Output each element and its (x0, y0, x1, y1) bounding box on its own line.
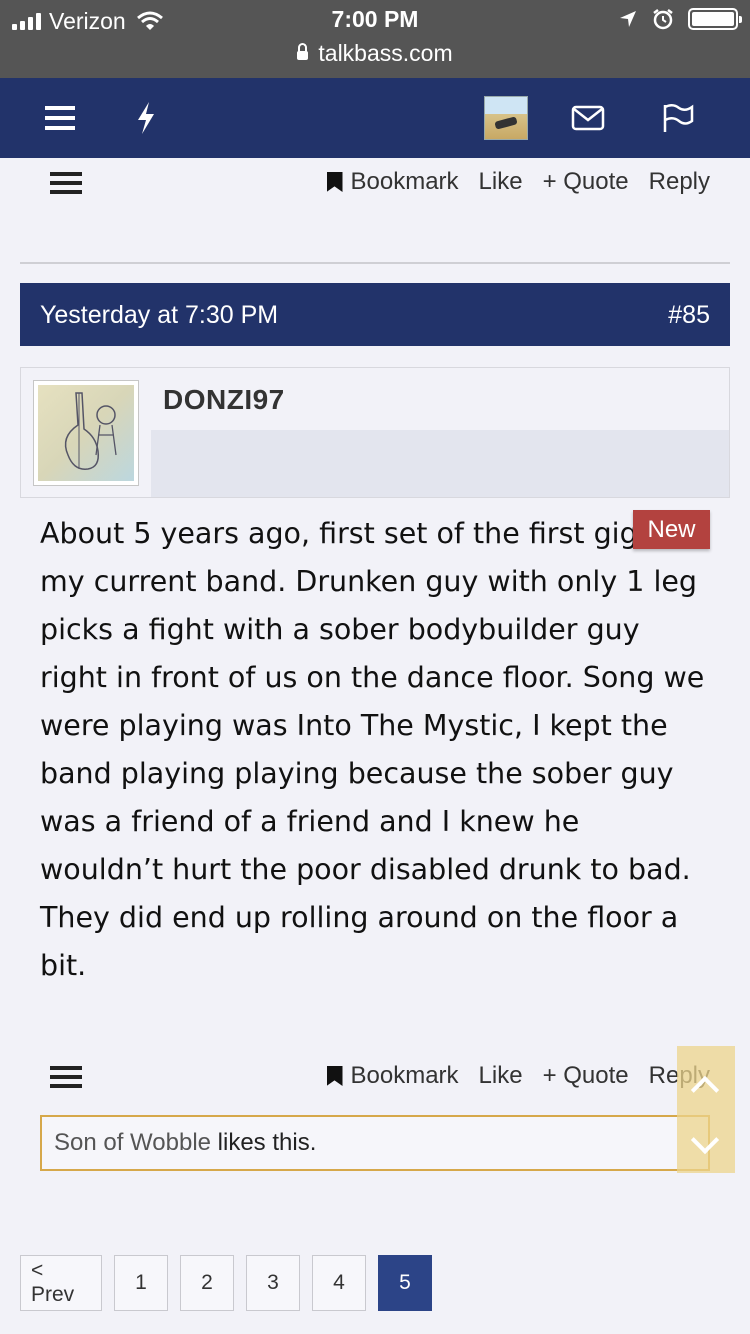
post-number[interactable]: #85 (668, 301, 710, 330)
page-button-4[interactable]: 4 (312, 1255, 366, 1311)
status-icons (618, 8, 742, 30)
liker-link[interactable]: Son of Wobble (54, 1129, 211, 1156)
likes-summary: Son of Wobble likes this. (40, 1115, 710, 1171)
top-nav (0, 78, 750, 158)
page-button-3[interactable]: 3 (246, 1255, 300, 1311)
reply-button[interactable]: Reply (649, 168, 710, 196)
flag-icon[interactable] (654, 94, 702, 142)
scroll-down-icon[interactable] (690, 1125, 720, 1155)
user-block: DONZI97 (20, 367, 730, 498)
upright-bass-drawing (64, 392, 117, 470)
bookmark-button[interactable]: Bookmark (326, 1062, 459, 1090)
post-actions: Bookmark Like + Quote Reply (0, 1054, 750, 1102)
alarm-icon (653, 9, 673, 30)
lightning-icon[interactable] (122, 94, 170, 142)
previous-post-actions: Bookmark Like + Quote Reply (0, 160, 750, 208)
quote-button[interactable]: + Quote (543, 168, 629, 196)
bookmark-button[interactable]: Bookmark (326, 168, 459, 196)
user-info-bottom (151, 430, 729, 497)
bookmark-icon (326, 172, 343, 192)
mail-icon[interactable] (564, 94, 612, 142)
post-menu-icon[interactable] (50, 172, 82, 194)
pagination: < Prev 1 2 3 4 5 (20, 1255, 432, 1311)
url-text: talkbass.com (318, 40, 453, 66)
new-badge: New (633, 510, 710, 549)
likes-text: likes this. (211, 1129, 317, 1156)
poster-avatar[interactable] (33, 380, 139, 486)
user-avatar[interactable] (484, 96, 528, 140)
url-bar[interactable]: talkbass.com (0, 40, 750, 67)
battery-icon (688, 8, 742, 30)
poster-username[interactable]: DONZI97 (163, 384, 285, 416)
page-button-2[interactable]: 2 (180, 1255, 234, 1311)
page-button-1[interactable]: 1 (114, 1255, 168, 1311)
scroll-controls (677, 1046, 735, 1173)
status-bar: Verizon 7:00 PM talkbass.com (0, 0, 750, 78)
post-text: About 5 years ago, first set of the firs… (40, 517, 708, 982)
post-header: Yesterday at 7:30 PM #85 (20, 283, 730, 346)
post-menu-icon[interactable] (50, 1066, 82, 1088)
post-content: About 5 years ago, first set of the firs… (40, 510, 710, 990)
post-date[interactable]: Yesterday at 7:30 PM (40, 301, 278, 330)
bookmark-icon (326, 1066, 343, 1086)
scroll-up-icon[interactable] (690, 1075, 720, 1105)
location-arrow-icon (620, 11, 636, 27)
lock-icon (297, 43, 309, 60)
post-divider (20, 262, 730, 264)
menu-icon[interactable] (36, 94, 84, 142)
quote-button[interactable]: + Quote (543, 1062, 629, 1090)
bookmark-label: Bookmark (350, 1062, 459, 1089)
page-button-5[interactable]: 5 (378, 1255, 432, 1311)
bookmark-label: Bookmark (350, 168, 459, 195)
prev-page-button[interactable]: < Prev (20, 1255, 102, 1311)
like-button[interactable]: Like (479, 168, 523, 196)
like-button[interactable]: Like (479, 1062, 523, 1090)
